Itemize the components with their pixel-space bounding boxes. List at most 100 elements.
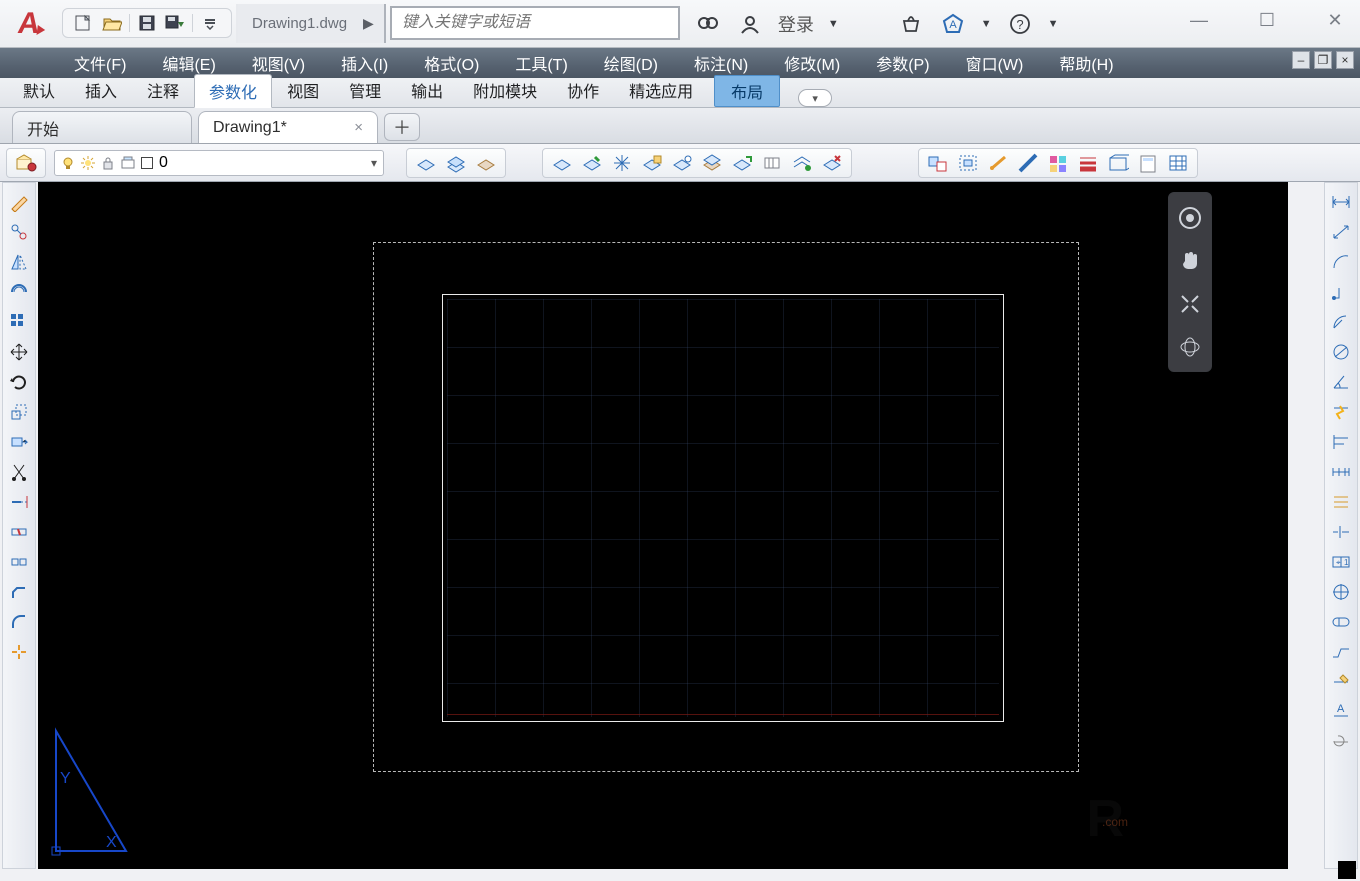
- tolerance-icon[interactable]: ⌖1: [1328, 549, 1354, 575]
- dim-text-icon[interactable]: A: [1328, 699, 1354, 725]
- app-logo[interactable]: A: [0, 0, 58, 47]
- lineweight-icon[interactable]: [1075, 151, 1101, 175]
- move-icon[interactable]: [6, 339, 32, 365]
- layer-walk-icon[interactable]: [759, 151, 785, 175]
- search-input[interactable]: [390, 6, 680, 40]
- dim-update-icon[interactable]: [1328, 729, 1354, 755]
- wireframe-icon[interactable]: [1105, 151, 1131, 175]
- fillet-icon[interactable]: [6, 609, 32, 635]
- scale-icon[interactable]: [6, 399, 32, 425]
- close-button[interactable]: ✕: [1316, 4, 1354, 36]
- new-file-icon[interactable]: [73, 12, 95, 34]
- mirror-icon[interactable]: [6, 249, 32, 275]
- layer-selector[interactable]: 0 ▾: [54, 150, 384, 176]
- dim-radius-icon[interactable]: [1328, 309, 1354, 335]
- pan-icon[interactable]: [1175, 246, 1205, 275]
- login-dropdown-icon[interactable]: ▼: [828, 18, 839, 30]
- layer-unlock-icon[interactable]: [669, 151, 695, 175]
- menu-help[interactable]: 帮助(H): [1053, 48, 1119, 78]
- dim-edit-icon[interactable]: [1328, 669, 1354, 695]
- join-icon[interactable]: [6, 549, 32, 575]
- dim-diameter-icon[interactable]: [1328, 339, 1354, 365]
- tab-manage[interactable]: 管理: [334, 73, 396, 107]
- ungroup-icon[interactable]: [985, 151, 1011, 175]
- offset-icon[interactable]: [6, 279, 32, 305]
- layer-make-current-icon[interactable]: [729, 151, 755, 175]
- dim-angular-icon[interactable]: [1328, 369, 1354, 395]
- qat-more-icon[interactable]: [199, 12, 221, 34]
- menu-draw[interactable]: 绘图(D): [598, 48, 664, 78]
- layer-delete-icon[interactable]: [819, 151, 845, 175]
- open-file-icon[interactable]: [101, 12, 123, 34]
- menu-format[interactable]: 格式(O): [418, 48, 485, 78]
- menu-tools[interactable]: 工具(T): [509, 48, 573, 78]
- layer-isolate-icon[interactable]: [473, 151, 499, 175]
- tab-layout[interactable]: 布局: [714, 75, 780, 107]
- doctab-start[interactable]: 开始: [12, 111, 192, 143]
- tab-collaborate[interactable]: 协作: [552, 73, 614, 107]
- layer-on-icon[interactable]: [579, 151, 605, 175]
- jog-icon[interactable]: [1328, 639, 1354, 665]
- center-mark-icon[interactable]: [1328, 579, 1354, 605]
- drawing-canvas[interactable]: X Y R .com: [38, 182, 1288, 869]
- dim-aligned-icon[interactable]: [1328, 219, 1354, 245]
- app-exchange-icon[interactable]: A: [939, 10, 967, 38]
- dim-space-icon[interactable]: [1328, 489, 1354, 515]
- copy-icon[interactable]: [6, 219, 32, 245]
- mdi-close-icon[interactable]: ×: [1336, 51, 1354, 69]
- exchange-dropdown-icon[interactable]: ▼: [981, 18, 992, 30]
- break-icon[interactable]: [6, 519, 32, 545]
- search-icon[interactable]: [694, 10, 722, 38]
- document-switch-icon[interactable]: ▶: [359, 15, 378, 32]
- layer-previous-icon[interactable]: [443, 151, 469, 175]
- doctab-drawing1[interactable]: Drawing1* ×: [198, 111, 378, 143]
- saveas-icon[interactable]: [164, 12, 186, 34]
- layer-merge-icon[interactable]: [789, 151, 815, 175]
- layer-freeze-icon[interactable]: [609, 151, 635, 175]
- menu-window[interactable]: 窗口(W): [960, 48, 1030, 78]
- stretch-icon[interactable]: [6, 429, 32, 455]
- dim-continue-icon[interactable]: [1328, 459, 1354, 485]
- dim-ordinate-icon[interactable]: [1328, 279, 1354, 305]
- dim-break-icon[interactable]: [1328, 519, 1354, 545]
- tab-parametric[interactable]: 参数化: [194, 74, 272, 108]
- trim-icon[interactable]: [6, 459, 32, 485]
- array-icon[interactable]: [6, 309, 32, 335]
- layer-lock-icon[interactable]: [639, 151, 665, 175]
- menu-dimension[interactable]: 标注(N): [688, 48, 754, 78]
- save-icon[interactable]: [136, 12, 158, 34]
- dim-quick-icon[interactable]: [1328, 399, 1354, 425]
- tab-view[interactable]: 视图: [272, 73, 334, 107]
- layer-match-icon[interactable]: [699, 151, 725, 175]
- paper-viewport[interactable]: [442, 294, 1004, 722]
- zoom-extents-icon[interactable]: [1175, 289, 1205, 318]
- orbit-icon[interactable]: [1175, 332, 1205, 361]
- dim-baseline-icon[interactable]: [1328, 429, 1354, 455]
- mdi-minimize-icon[interactable]: –: [1292, 51, 1310, 69]
- rotate-icon[interactable]: [6, 369, 32, 395]
- menu-file[interactable]: 文件(F): [68, 48, 132, 78]
- menu-insert[interactable]: 插入(I): [335, 48, 394, 78]
- account-icon[interactable]: [736, 10, 764, 38]
- dim-linear-icon[interactable]: [1328, 189, 1354, 215]
- tab-addins[interactable]: 附加模块: [458, 73, 552, 107]
- menu-parametric[interactable]: 参数(P): [870, 48, 935, 78]
- table-icon[interactable]: [1165, 151, 1191, 175]
- erase-icon[interactable]: [6, 189, 32, 215]
- minimize-button[interactable]: —: [1180, 4, 1218, 36]
- doctab-close-icon[interactable]: ×: [354, 119, 363, 136]
- sheet-icon[interactable]: [1135, 151, 1161, 175]
- select-similar-icon[interactable]: [925, 151, 951, 175]
- color-blue-icon[interactable]: [1015, 151, 1041, 175]
- doctab-new-icon[interactable]: ＋: [384, 113, 420, 141]
- tab-featured[interactable]: 精选应用: [614, 73, 708, 107]
- extend-icon[interactable]: [6, 489, 32, 515]
- basket-icon[interactable]: [897, 10, 925, 38]
- inspect-icon[interactable]: [1328, 609, 1354, 635]
- explode-icon[interactable]: [6, 639, 32, 665]
- color-mix-icon[interactable]: [1045, 151, 1071, 175]
- help-dropdown-icon[interactable]: ▼: [1048, 18, 1059, 30]
- help-icon[interactable]: ?: [1006, 10, 1034, 38]
- layer-states-icon[interactable]: [413, 151, 439, 175]
- tab-output[interactable]: 输出: [396, 73, 458, 107]
